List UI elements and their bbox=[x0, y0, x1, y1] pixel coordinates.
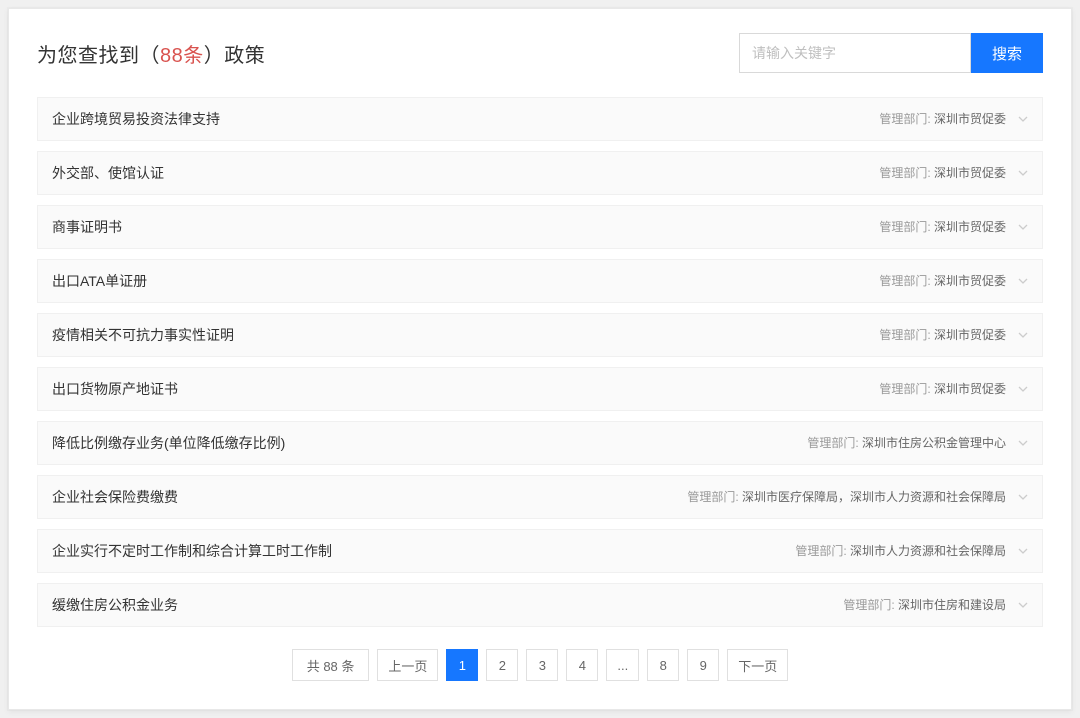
dept-name: 深圳市贸促委 bbox=[934, 382, 1006, 396]
chevron-down-icon bbox=[1018, 224, 1028, 230]
item-title: 企业跨境贸易投资法律支持 bbox=[52, 109, 220, 129]
dept-label: 管理部门: bbox=[879, 382, 934, 396]
search-input[interactable] bbox=[739, 33, 971, 73]
list-item[interactable]: 商事证明书 管理部门: 深圳市贸促委 bbox=[37, 205, 1043, 249]
results-title: 为您查找到（88条）政策 bbox=[37, 39, 265, 68]
results-panel: 为您查找到（88条）政策 搜索 企业跨境贸易投资法律支持 管理部门: 深圳市贸促… bbox=[8, 8, 1072, 710]
list-item[interactable]: 出口ATA单证册 管理部门: 深圳市贸促委 bbox=[37, 259, 1043, 303]
list-item[interactable]: 企业实行不定时工作制和综合计算工时工作制 管理部门: 深圳市人力资源和社会保障局 bbox=[37, 529, 1043, 573]
chevron-down-icon bbox=[1018, 440, 1028, 446]
dept-name: 深圳市贸促委 bbox=[934, 274, 1006, 288]
dept-name: 深圳市医疗保障局，深圳市人力资源和社会保障局 bbox=[742, 490, 1006, 504]
item-meta: 管理部门: 深圳市贸促委 bbox=[879, 110, 1028, 128]
prev-page-button[interactable]: 上一页 bbox=[377, 649, 438, 681]
chevron-down-icon bbox=[1018, 548, 1028, 554]
page-9-button[interactable]: 9 bbox=[687, 649, 719, 681]
item-meta: 管理部门: 深圳市贸促委 bbox=[879, 326, 1028, 344]
chevron-down-icon bbox=[1018, 386, 1028, 392]
page-3-button[interactable]: 3 bbox=[526, 649, 558, 681]
chevron-down-icon bbox=[1018, 332, 1028, 338]
list-item[interactable]: 外交部、使馆认证 管理部门: 深圳市贸促委 bbox=[37, 151, 1043, 195]
dept-name: 深圳市贸促委 bbox=[934, 328, 1006, 342]
page-2-button[interactable]: 2 bbox=[486, 649, 518, 681]
page-4-button[interactable]: 4 bbox=[566, 649, 598, 681]
chevron-down-icon bbox=[1018, 602, 1028, 608]
dept-label: 管理部门: bbox=[879, 274, 934, 288]
item-meta: 管理部门: 深圳市住房和建设局 bbox=[843, 596, 1028, 614]
item-meta: 管理部门: 深圳市贸促委 bbox=[879, 380, 1028, 398]
dept-name: 深圳市贸促委 bbox=[934, 220, 1006, 234]
list-item[interactable]: 企业社会保险费缴费 管理部门: 深圳市医疗保障局，深圳市人力资源和社会保障局 bbox=[37, 475, 1043, 519]
dept-name: 深圳市住房公积金管理中心 bbox=[862, 436, 1006, 450]
page-ellipsis: ... bbox=[606, 649, 639, 681]
item-title: 缓缴住房公积金业务 bbox=[52, 595, 178, 615]
item-title: 外交部、使馆认证 bbox=[52, 163, 164, 183]
chevron-down-icon bbox=[1018, 494, 1028, 500]
results-list: 企业跨境贸易投资法律支持 管理部门: 深圳市贸促委 外交部、使馆认证 管理部门:… bbox=[37, 97, 1043, 627]
results-count: 88条 bbox=[160, 45, 204, 67]
list-item[interactable]: 降低比例缴存业务(单位降低缴存比例) 管理部门: 深圳市住房公积金管理中心 bbox=[37, 421, 1043, 465]
dept-label: 管理部门: bbox=[879, 328, 934, 342]
dept-name: 深圳市人力资源和社会保障局 bbox=[850, 544, 1006, 558]
dept-label: 管理部门: bbox=[687, 490, 742, 504]
list-item[interactable]: 缓缴住房公积金业务 管理部门: 深圳市住房和建设局 bbox=[37, 583, 1043, 627]
chevron-down-icon bbox=[1018, 116, 1028, 122]
list-item[interactable]: 疫情相关不可抗力事实性证明 管理部门: 深圳市贸促委 bbox=[37, 313, 1043, 357]
page-1-button[interactable]: 1 bbox=[446, 649, 478, 681]
dept-label: 管理部门: bbox=[879, 220, 934, 234]
title-prefix: 为您查找到（ bbox=[37, 45, 160, 67]
search-button[interactable]: 搜索 bbox=[971, 33, 1043, 73]
item-title: 商事证明书 bbox=[52, 217, 122, 237]
search-group: 搜索 bbox=[739, 33, 1043, 73]
item-title: 降低比例缴存业务(单位降低缴存比例) bbox=[52, 433, 285, 453]
item-meta: 管理部门: 深圳市住房公积金管理中心 bbox=[807, 434, 1028, 452]
next-page-button[interactable]: 下一页 bbox=[727, 649, 788, 681]
item-title: 出口货物原产地证书 bbox=[52, 379, 178, 399]
dept-label: 管理部门: bbox=[879, 112, 934, 126]
dept-label: 管理部门: bbox=[843, 598, 898, 612]
list-item[interactable]: 出口货物原产地证书 管理部门: 深圳市贸促委 bbox=[37, 367, 1043, 411]
item-title: 企业实行不定时工作制和综合计算工时工作制 bbox=[52, 541, 332, 561]
dept-label: 管理部门: bbox=[795, 544, 850, 558]
item-meta: 管理部门: 深圳市贸促委 bbox=[879, 164, 1028, 182]
dept-label: 管理部门: bbox=[879, 166, 934, 180]
page-8-button[interactable]: 8 bbox=[647, 649, 679, 681]
header-row: 为您查找到（88条）政策 搜索 bbox=[37, 33, 1043, 73]
dept-name: 深圳市贸促委 bbox=[934, 166, 1006, 180]
item-title: 出口ATA单证册 bbox=[52, 271, 147, 291]
list-item[interactable]: 企业跨境贸易投资法律支持 管理部门: 深圳市贸促委 bbox=[37, 97, 1043, 141]
item-title: 企业社会保险费缴费 bbox=[52, 487, 178, 507]
chevron-down-icon bbox=[1018, 278, 1028, 284]
item-meta: 管理部门: 深圳市医疗保障局，深圳市人力资源和社会保障局 bbox=[687, 488, 1028, 506]
item-meta: 管理部门: 深圳市人力资源和社会保障局 bbox=[795, 542, 1028, 560]
title-suffix: ）政策 bbox=[204, 45, 266, 67]
dept-name: 深圳市住房和建设局 bbox=[898, 598, 1006, 612]
dept-label: 管理部门: bbox=[807, 436, 862, 450]
item-meta: 管理部门: 深圳市贸促委 bbox=[879, 218, 1028, 236]
item-title: 疫情相关不可抗力事实性证明 bbox=[52, 325, 234, 345]
pagination-total: 共 88 条 bbox=[292, 649, 370, 681]
item-meta: 管理部门: 深圳市贸促委 bbox=[879, 272, 1028, 290]
pagination: 共 88 条 上一页 1 2 3 4 ... 8 9 下一页 bbox=[37, 649, 1043, 681]
chevron-down-icon bbox=[1018, 170, 1028, 176]
dept-name: 深圳市贸促委 bbox=[934, 112, 1006, 126]
